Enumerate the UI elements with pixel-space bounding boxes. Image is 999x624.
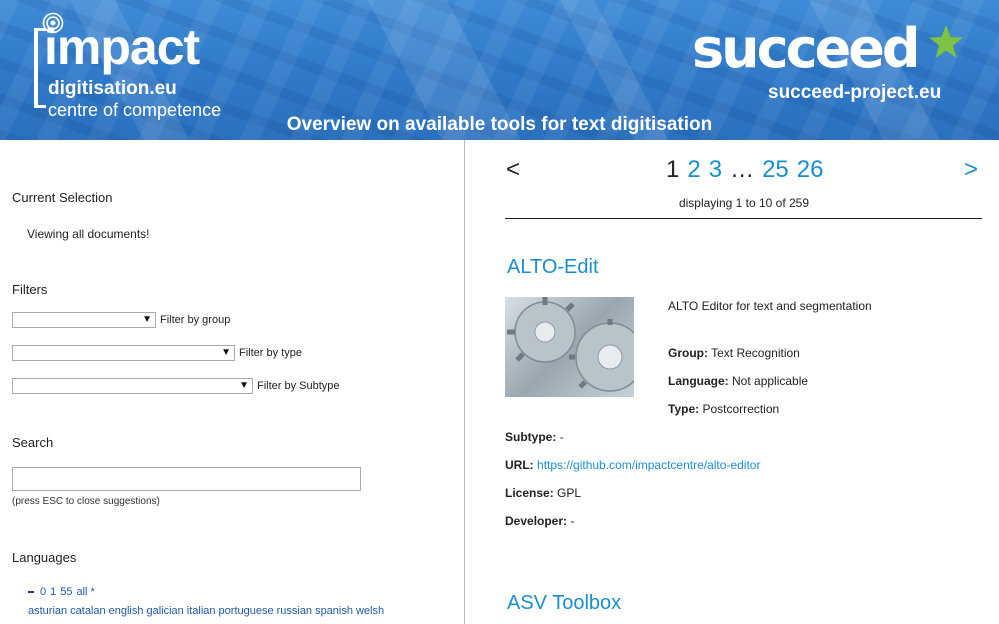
language-link[interactable]: galician — [146, 605, 183, 617]
page-link[interactable]: 3 — [709, 156, 722, 183]
field-value: Postcorrection — [702, 402, 780, 416]
results-panel: < 1 2 3 … 25 26 > displaying 1 to 10 of 259 A… — [466, 140, 999, 624]
tool-subtype: Subtype: - — [505, 430, 564, 444]
language-link[interactable]: italian — [187, 605, 216, 617]
field-label: URL: — [505, 458, 534, 472]
filter-type-select[interactable]: ▼ — [12, 345, 235, 361]
field-label: Language: — [668, 374, 729, 388]
tool-thumbnail[interactable] — [505, 297, 634, 397]
filter-group-label: Filter by group — [160, 314, 231, 326]
search-heading: Search — [12, 435, 54, 450]
field-value: - — [570, 514, 575, 528]
logo-bracket — [34, 28, 38, 108]
star-icon — [929, 25, 963, 58]
search-input[interactable] — [12, 467, 361, 491]
range-link[interactable]: 1 — [50, 586, 56, 598]
results-count: displaying 1 to 10 of 259 — [678, 196, 810, 210]
field-label: Subtype: — [505, 430, 557, 444]
field-value: - — [559, 430, 564, 444]
tool-url-link[interactable]: https://github.com/impactcentre/alto-edi… — [537, 458, 760, 472]
tool-title-link[interactable]: ALTO-Edit — [507, 256, 599, 279]
impact-domain: digitisation.eu — [48, 78, 177, 99]
range-link[interactable]: all * — [77, 586, 95, 598]
sidebar: Current Selection Viewing all documents!… — [0, 140, 465, 624]
tool-type: Type: Postcorrection — [668, 402, 779, 416]
gears-icon — [507, 297, 634, 392]
language-ranges: 0 1 55 all * — [28, 586, 99, 598]
field-value: GPL — [557, 486, 582, 500]
dropdown-arrow-icon: ▼ — [221, 347, 231, 358]
dropdown-arrow-icon: ▼ — [239, 380, 249, 391]
tool-group: Group: Text Recognition — [668, 346, 800, 360]
tool-title-link[interactable]: ASV Toolbox — [507, 592, 621, 615]
current-page: 1 — [666, 156, 680, 183]
language-list: asturian catalan english galician italian por… — [28, 605, 387, 617]
logo-bracket — [34, 105, 46, 108]
succeed-logo[interactable]: succeed succeed-project.eu — [692, 17, 963, 103]
language-link[interactable]: spanish — [315, 605, 353, 617]
range-link[interactable]: 0 — [40, 586, 46, 598]
field-label: Group: — [668, 346, 708, 360]
dropdown-arrow-icon: ▼ — [142, 314, 152, 325]
filter-group-select[interactable]: ▼ — [12, 312, 156, 328]
tool-language: Language: Not applicable — [668, 374, 808, 388]
succeed-wordmark: succeed — [692, 17, 921, 80]
pagination: 1 2 3 … 25 26 — [666, 156, 831, 184]
header-banner: impact digitisation.eu centre of compete… — [0, 0, 999, 140]
next-page-button[interactable]: > — [964, 156, 978, 184]
current-selection-heading: Current Selection — [12, 190, 113, 205]
tool-url: URL: https://github.com/impactcentre/alt… — [505, 458, 760, 472]
language-link[interactable]: welsh — [356, 605, 384, 617]
prev-page-button[interactable]: < — [506, 156, 520, 184]
filter-type-label: Filter by type — [239, 347, 302, 359]
impact-wordmark: impact — [44, 19, 200, 75]
minus-icon[interactable] — [28, 591, 34, 594]
languages-heading: Languages — [12, 550, 77, 565]
search-hint: (press ESC to close suggestions) — [12, 496, 160, 507]
succeed-site: succeed-project.eu — [768, 82, 942, 103]
field-label: Type: — [668, 402, 700, 416]
filter-subtype-label: Filter by Subtype — [257, 380, 340, 392]
range-link[interactable]: 55 — [60, 586, 72, 598]
divider — [505, 218, 982, 219]
language-link[interactable]: catalan — [70, 605, 105, 617]
page-link[interactable]: 26 — [797, 156, 824, 183]
tool-description: ALTO Editor for text and segmentation — [668, 299, 872, 313]
language-link[interactable]: asturian — [28, 605, 67, 617]
current-selection-text: Viewing all documents! — [27, 227, 150, 241]
field-label: Developer: — [505, 514, 568, 528]
page-ellipsis: … — [730, 156, 755, 183]
language-link[interactable]: english — [109, 605, 144, 617]
filter-subtype-select[interactable]: ▼ — [12, 378, 253, 394]
filters-heading: Filters — [12, 282, 48, 297]
tool-license: License: GPL — [505, 486, 581, 500]
page-link[interactable]: 25 — [762, 156, 789, 183]
field-value: Text Recognition — [711, 346, 800, 360]
field-label: License: — [505, 486, 554, 500]
page-title: Overview on available tools for text dig… — [286, 114, 713, 135]
language-link[interactable]: portuguese — [219, 605, 274, 617]
page-link[interactable]: 2 — [687, 156, 700, 183]
tool-developer: Developer: - — [505, 514, 574, 528]
language-link[interactable]: russian — [277, 605, 312, 617]
field-value: Not applicable — [732, 374, 809, 388]
